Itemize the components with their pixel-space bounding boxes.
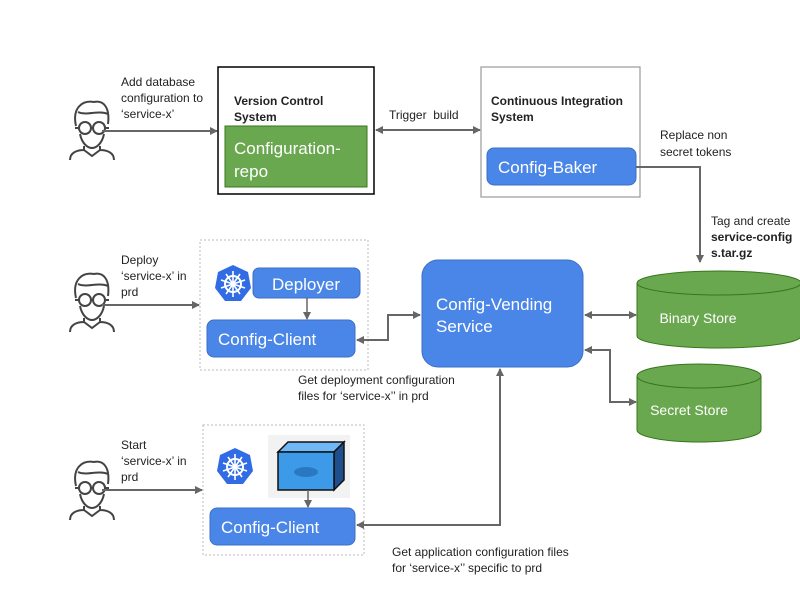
trigger-build-label: Trigger build bbox=[389, 108, 459, 122]
secret-store-label: Secret Store bbox=[650, 402, 728, 418]
tag-create-label: Tag and create service-config s.tar.gz bbox=[711, 214, 796, 260]
arrow-vending-secret bbox=[584, 346, 637, 406]
arrow-baker-binary-store bbox=[636, 166, 704, 263]
config-client-deploy-label: Config-Client bbox=[218, 330, 317, 349]
deployer-label: Deployer bbox=[272, 275, 340, 294]
config-client-start-label: Config-Client bbox=[221, 518, 320, 537]
architecture-diagram: Add database configuration to ‘service-x… bbox=[69, 66, 800, 575]
binary-store: Binary Store bbox=[636, 270, 800, 349]
deploy-note: Get deployment configuration files for ‘… bbox=[298, 373, 458, 403]
person-icon bbox=[69, 272, 115, 333]
arrow-client-vending bbox=[356, 311, 421, 344]
binary-store-label: Binary Store bbox=[659, 310, 736, 326]
actor-2-label: Deploy ‘service-x’ in prd bbox=[121, 253, 190, 299]
actor-1-label: Add database configuration to ‘service-x… bbox=[121, 75, 206, 121]
secret-store: Secret Store bbox=[636, 363, 762, 443]
kubernetes-icon bbox=[216, 447, 254, 485]
actor-3-label: Start ‘service-x’ in prd bbox=[121, 438, 190, 484]
kubernetes-icon bbox=[214, 264, 252, 302]
docker-container-icon bbox=[268, 435, 350, 498]
start-note: Get application configuration files for … bbox=[392, 545, 572, 575]
replace-tokens-label: Replace non secret tokens bbox=[660, 128, 731, 159]
config-baker-label: Config-Baker bbox=[498, 158, 598, 177]
